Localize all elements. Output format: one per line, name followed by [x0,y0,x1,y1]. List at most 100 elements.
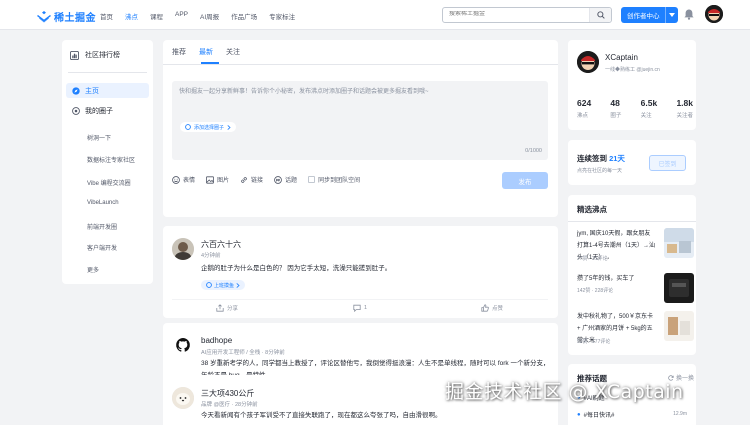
sidebar-circle-item[interactable]: 前端开发圈 [87,222,117,231]
post-meta: 品牌 @医疗 · 28分钟前 [201,402,258,408]
stat-following[interactable]: 6.5k 关注 [641,98,658,119]
topic-item[interactable]: ● #每日快讯# [577,410,614,420]
creator-center-label: 创作者中心 [627,13,660,20]
topic-tool[interactable]: 话题 [274,175,297,184]
logo[interactable]: 稀土掘金 [37,9,96,24]
logo-text: 稀土掘金 [54,13,96,24]
nav-app[interactable]: APP [175,11,188,21]
post-avatar[interactable] [172,387,194,409]
post-avatar[interactable] [172,335,194,357]
user-avatar[interactable] [705,5,723,23]
featured-pin-meta: 77赞 · 31评论 [577,256,608,262]
leaderboard-icon [70,50,79,60]
creator-center-button[interactable]: 创作者中心 [621,7,678,23]
sidebar-item-home[interactable]: 主页 [66,83,149,98]
featured-pin-item[interactable]: 发中秋礼物了，500￥京东卡 + 广州酒家的月饼 + 5kg的五常大米 52赞 … [577,311,694,347]
post-author[interactable]: badhope [201,336,232,345]
search-box [442,7,612,23]
tab-recommend[interactable]: 推荐 [172,47,186,57]
circle-group-icon [72,107,80,115]
chevron-down-icon[interactable] [665,7,678,23]
stat-followers[interactable]: 1.8k 关注者 [676,98,693,119]
rank-label: 社区排行榜 [85,52,120,59]
stat-pins[interactable]: 624 沸点 [577,98,591,119]
nav-expert[interactable]: 专家标注 [269,11,295,21]
tab-following[interactable]: 关注 [226,47,240,57]
avatar-image [577,51,599,73]
sync-checkbox[interactable] [308,176,316,183]
stat-value: 48 [610,98,620,108]
sidebar-circle-item[interactable]: VibeLaunch [87,200,119,206]
sign-subtitle: 点亮在社区的每一天 [577,168,623,174]
top-header: 稀土掘金 首页 沸点 课程 APP AI周报 作品广场 专家标注 创作者中心 [0,0,750,30]
publish-button[interactable]: 发布 [502,172,548,189]
comment-count: 1 [364,305,368,311]
circle-icon [206,282,212,288]
sidebar-circle-item[interactable]: Vibe 编程交流圈 [87,178,131,187]
sign-in-card: 连续签到 21天 点亮在社区的每一天 已签到 [568,140,696,185]
user-card-avatar[interactable] [577,51,599,73]
sidebar-more-link[interactable]: 更多 [87,265,99,274]
like-action[interactable]: 点赞 [481,304,503,312]
tab-latest[interactable]: 最新 [199,47,213,57]
post-circle-tag[interactable]: 上班摸鱼 [201,280,246,290]
image-label: 图片 [217,178,230,184]
share-action[interactable]: 分享 [216,304,238,312]
sidebar-circle-item[interactable]: 客户端开发 [87,243,117,252]
nav-ai-weekly[interactable]: AI周报 [200,11,219,21]
emoji-icon [172,175,180,184]
post-content[interactable]: 今天看新闻有个孩子军训受不了直接失联跑了，现在都这么夸张了吗，自由滑很啊。 [201,410,551,422]
link-label: 链接 [251,178,264,184]
post-avatar[interactable] [172,238,194,260]
avatar-image [705,5,723,23]
sync-team-option[interactable]: 同步到团队空间 [308,175,360,184]
sidebar-item-my-circles[interactable]: 我的圈子 [72,106,113,116]
post-content[interactable]: 企鹅的肚子为什么是白色的？ 因为它手太短，洗澡只能搓到肚子。 [201,263,551,275]
sign-streak: 连续签到 21天 [577,153,625,164]
topic-icon [274,175,282,184]
featured-pin-item[interactable]: 攒了5年的钱，买车了 142赞 · 228评论 [577,273,694,309]
left-sidebar: 社区排行榜 主页 我的圈子 树洞一下 数据标注专家社区 Vibe 编程交流圈 V… [62,40,153,284]
feed-post: 六百六十六 4分钟前 企鹅的肚子为什么是白色的？ 因为它手太短，洗澡只能搓到肚子… [163,226,558,318]
stat-circles[interactable]: 48 圈子 [610,98,621,119]
post-author[interactable]: 六百六十六 [201,239,241,250]
featured-pin-item[interactable]: jym, 国庆10天假，跟女朋友打算1-4号去潮州（1天）→汕头（1天）→ 77… [577,228,694,264]
circle-icon [185,124,191,130]
sidebar-item-label: 主页 [85,87,99,95]
nav-course[interactable]: 课程 [150,11,163,21]
nav-pins[interactable]: 沸点 [125,11,138,21]
post-meta: AI应用开发工程师 / 全栈 · 8分钟前 [201,350,285,356]
juejin-logo-icon [37,10,51,22]
emoji-tool[interactable]: 表情 [172,175,195,184]
stat-label: 关注者 [676,113,693,119]
char-counter: 0/1000 [525,148,542,154]
select-circle-chip[interactable]: 添加选择圈子 [180,122,237,132]
search-button[interactable] [589,8,611,22]
sign-streak-days: 21天 [609,154,625,163]
composer: 快和掘友一起分享新鲜事！告诉你个小秘密，发布沸点时添加圈子和话题会被更多掘友看到… [163,65,558,217]
main-nav: 首页 沸点 课程 APP AI周报 作品广场 专家标注 [100,11,295,21]
search-input[interactable] [449,11,589,17]
sidebar-circle-item[interactable]: 数据标注专家社区 [87,155,135,164]
nav-works[interactable]: 作品广场 [231,11,257,21]
bell-icon[interactable] [684,9,694,20]
link-tool[interactable]: 链接 [240,175,263,184]
feed-tabs: 推荐 最新 关注 [163,40,558,65]
watermark: 掘金技术社区 @ XCaptain [445,381,684,403]
rank-link[interactable]: 社区排行榜 [70,50,120,60]
post-meta: 4分钟前 [201,253,221,259]
signed-in-button[interactable]: 已签到 [649,155,686,171]
user-card-name[interactable]: XCaptain [605,53,638,62]
avatar-image [172,238,194,260]
image-icon [206,175,215,184]
sidebar-circle-item[interactable]: 树洞一下 [87,133,111,142]
divider [172,299,548,300]
nav-home[interactable]: 首页 [100,11,113,21]
stat-label: 圈子 [610,113,622,119]
comment-action[interactable]: 1 [353,304,367,312]
featured-pin-text: 攒了5年的钱，买车了 [577,276,635,282]
share-label: 分享 [227,306,239,312]
image-tool[interactable]: 图片 [206,175,229,184]
post-author[interactable]: 三大项430公斤 [201,388,254,399]
composer-textarea[interactable]: 快和掘友一起分享新鲜事！告诉你个小秘密，发布沸点时添加圈子和话题会被更多掘友看到… [172,81,548,160]
